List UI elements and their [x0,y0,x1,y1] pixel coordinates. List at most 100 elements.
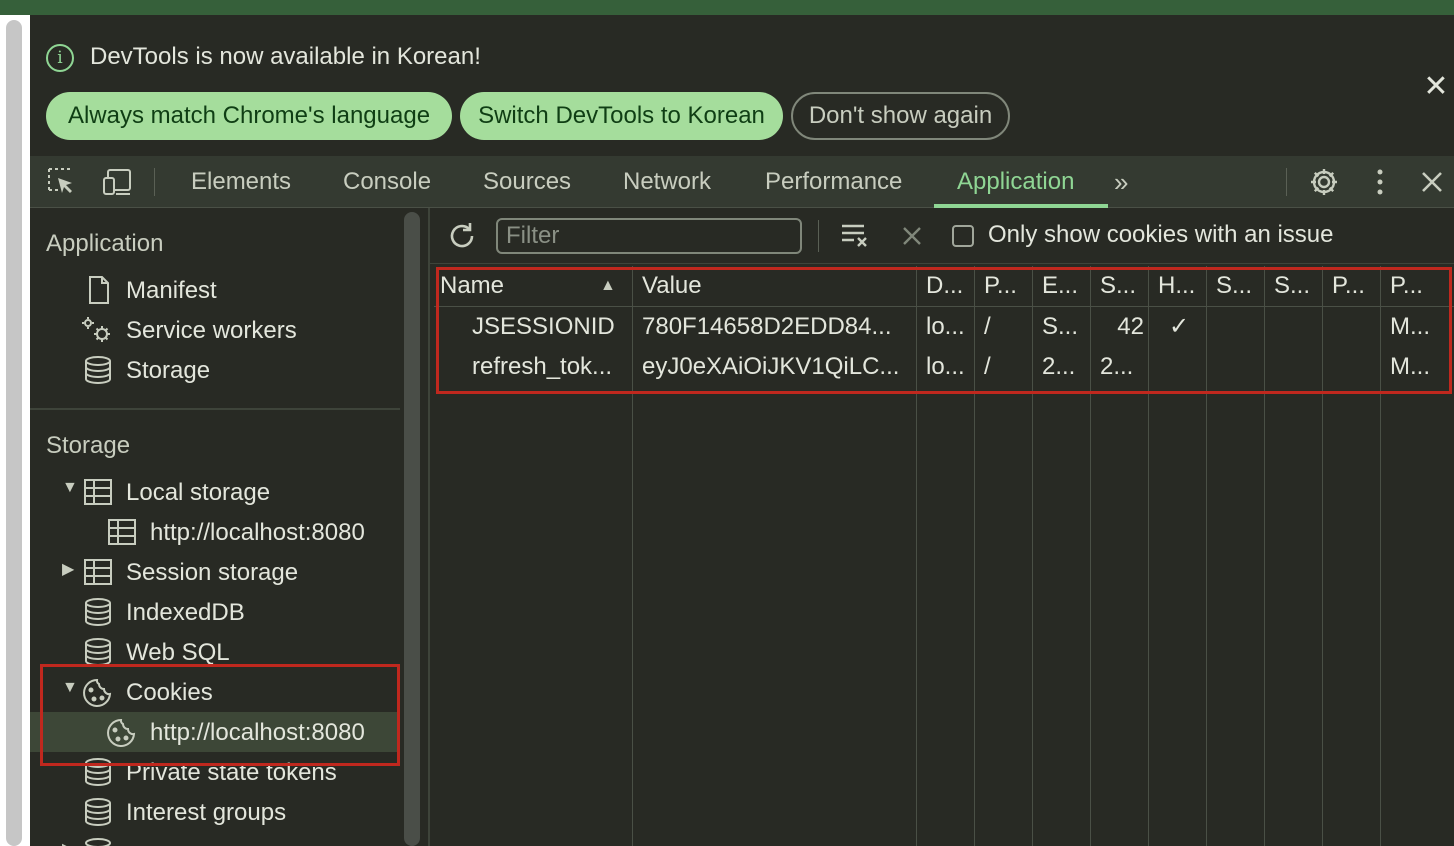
expand-right-icon[interactable]: ▶ [62,559,76,579]
sidebar-item-label: IndexedDB [126,599,245,626]
file-icon [84,276,114,304]
column-header-value[interactable]: Value [642,266,912,306]
column-header-httponly[interactable]: H... [1158,266,1204,306]
cookie-httponly [1158,347,1200,387]
sidebar-item-label: Local storage [126,479,271,506]
column-header-path[interactable]: P... [984,266,1030,306]
sidebar-item-manifest[interactable]: Manifest [30,270,400,310]
cookie-httponly: ✓ [1168,313,1190,340]
tab-elements[interactable]: Elements [191,156,291,208]
gear-icon[interactable] [1308,166,1340,198]
cookie-partition-key [1332,347,1378,387]
close-devtools-icon[interactable] [1416,166,1448,198]
application-sidebar: Application Manifest Service workers Sto… [30,208,400,846]
device-toolbar-icon[interactable] [102,166,134,198]
expand-down-icon[interactable]: ▼ [62,479,78,497]
expand-right-icon[interactable]: ▶ [62,839,76,846]
more-tabs-icon[interactable]: » [1114,156,1128,208]
tab-application[interactable]: Application [957,156,1074,208]
toolbar-separator [154,168,155,196]
filter-input[interactable] [496,218,802,254]
sidebar-item-service-workers[interactable]: Service workers [30,310,400,350]
cookie-expires: S... [1042,313,1079,340]
clear-all-icon[interactable] [840,220,872,252]
sidebar-item-label: Interest groups [126,799,287,826]
column-header-size[interactable]: S... [1100,266,1146,306]
dont-show-again-button[interactable]: Don't show again [791,92,1010,140]
sort-ascending-icon: ▲ [600,277,616,294]
database-icon [84,758,114,787]
sidebar-item-label: Private state tokens [126,759,337,786]
devtools-window: i DevTools is now available in Korean! ✕… [30,15,1454,846]
sidebar-item-label: Session storage [126,559,299,586]
info-icon: i [46,44,74,72]
page-left-edge [0,15,30,846]
table-header: Name ▲ Value D... P... E... S... H... S.… [434,266,1454,307]
tab-sources[interactable]: Sources [483,156,571,208]
sidebar-item-cookies-origin[interactable]: http://localhost:8080 [30,712,400,752]
cookie-value: 780F14658D2EDD84... [642,313,892,340]
cookie-value: eyJ0eXAiOiJKV1QiLC... [642,353,900,380]
sidebar-divider [30,408,400,410]
inspect-element-icon[interactable] [46,166,78,198]
cookie-icon [106,718,136,747]
database-icon [84,798,114,827]
cookie-domain: lo... [926,313,965,340]
expand-down-icon[interactable]: ▼ [62,679,78,697]
sidebar-item-partial[interactable]: ▶ [30,832,400,846]
page-top-strip [0,0,1454,15]
sidebar-item-interest-groups[interactable]: Interest groups [30,792,400,832]
column-header-domain[interactable]: D... [926,266,972,306]
table-icon [84,558,114,586]
cookies-panel: Only show cookies with an issue Name ▲ V… [430,208,1454,846]
tab-console[interactable]: Console [343,156,431,208]
sidebar-item-storage[interactable]: Storage [30,350,400,390]
cookie-size: 2... [1100,353,1134,380]
sidebar-item-local-storage-origin[interactable]: http://localhost:8080 [30,512,400,552]
page-scrollbar[interactable] [6,20,22,846]
sidebar-item-label: Manifest [126,277,217,304]
column-header-priority[interactable]: P... [1390,266,1450,306]
close-icon[interactable]: ✕ [1422,72,1450,102]
cookie-icon [82,678,112,707]
sidebar-item-web-sql[interactable]: Web SQL [30,632,400,672]
database-icon [84,838,114,846]
sidebar-item-local-storage[interactable]: ▼ Local storage [30,472,400,512]
match-language-button[interactable]: Always match Chrome's language [46,92,452,140]
column-header-name[interactable]: Name [440,266,590,306]
cookie-priority: M... [1390,353,1430,380]
language-infobar: i DevTools is now available in Korean! ✕… [30,15,1454,156]
column-header-secure[interactable]: S... [1216,266,1262,306]
cookie-expires: 2... [1042,353,1076,380]
cookie-partition-key [1332,307,1378,347]
table-icon [84,478,114,506]
tab-performance[interactable]: Performance [765,156,902,208]
sidebar-item-indexeddb[interactable]: IndexedDB [30,592,400,632]
sidebar-scrollbar[interactable] [404,212,420,846]
switch-korean-button[interactable]: Switch DevTools to Korean [460,92,783,140]
tab-network[interactable]: Network [623,156,711,208]
sidebar-item-private-state-tokens[interactable]: Private state tokens [30,752,400,792]
cookie-secure [1216,347,1262,387]
column-header-partition-key[interactable]: P... [1332,266,1378,306]
column-header-expires[interactable]: E... [1042,266,1088,306]
toolbar-separator [1286,168,1287,196]
cookies-table: Name ▲ Value D... P... E... S... H... S.… [434,266,1454,846]
column-header-samesite[interactable]: S... [1274,266,1320,306]
sidebar-item-cookies[interactable]: ▼ Cookies [30,672,400,712]
delete-selected-icon[interactable] [898,222,926,250]
cookie-path: / [984,313,991,340]
toolbar-separator [818,220,819,252]
sidebar-item-session-storage[interactable]: ▶ Session storage [30,552,400,592]
cookie-name: refresh_tok... [472,353,613,380]
storage-section-header: Storage [46,432,131,459]
table-row[interactable]: refresh_tok... eyJ0eXAiOiJKV1QiLC... lo.… [434,347,1454,387]
devtools-toolbar: Elements Console Sources Network Perform… [30,156,1454,208]
database-icon [84,598,114,627]
table-row[interactable]: JSESSIONID 780F14658D2EDD84... lo... / S… [434,307,1454,347]
cookie-samesite [1274,347,1320,387]
only-issues-checkbox[interactable] [952,225,974,247]
kebab-menu-icon[interactable] [1364,166,1396,198]
sidebar-item-label: http://localhost:8080 [150,719,365,746]
refresh-icon[interactable] [446,220,478,252]
